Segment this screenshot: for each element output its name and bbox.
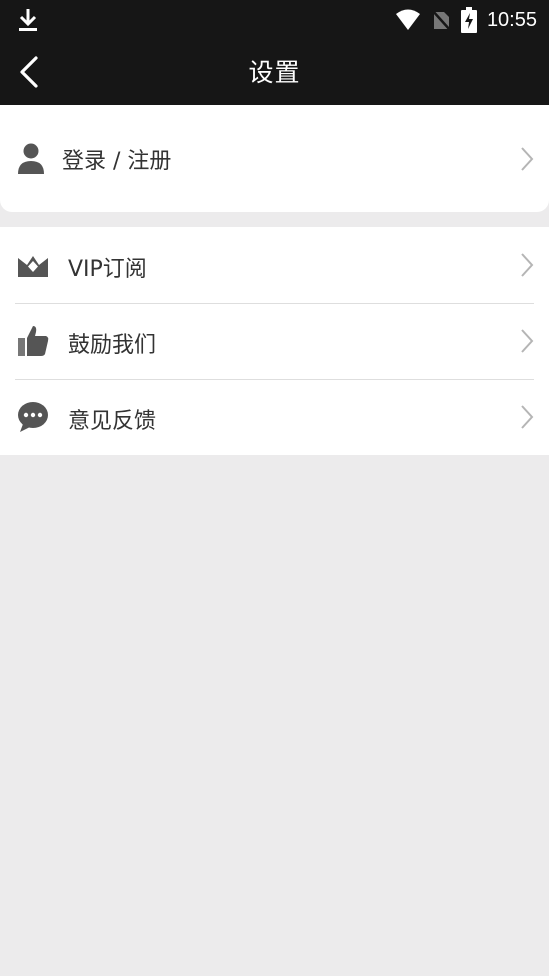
battery-charging-icon	[460, 7, 477, 33]
thumbs-up-icon	[18, 326, 49, 356]
menu-card: VIP订阅 鼓励我们 意见反馈	[0, 227, 549, 455]
download-icon	[19, 9, 37, 31]
login-row[interactable]: 登录 / 注册	[0, 105, 549, 212]
status-bar: 10:55	[0, 0, 549, 40]
menu-item-label: 意见反馈	[68, 409, 157, 434]
chevron-right-icon	[521, 405, 534, 429]
menu-item-feedback[interactable]: 意见反馈	[0, 380, 549, 455]
status-time: 10:55	[486, 8, 537, 31]
menu-item-label: 鼓励我们	[68, 333, 157, 358]
app-bar: 设置	[0, 40, 549, 105]
no-sim-icon	[431, 9, 451, 31]
page-title: 设置	[248, 58, 301, 87]
login-card: 登录 / 注册	[0, 105, 549, 212]
wifi-icon	[395, 9, 420, 30]
vip-crown-icon	[18, 256, 48, 277]
chevron-right-icon	[521, 147, 534, 171]
chevron-right-icon	[521, 329, 534, 353]
status-icons: 10:55	[395, 6, 537, 34]
chat-bubble-icon	[18, 402, 48, 432]
menu-item-label: VIP订阅	[68, 257, 147, 282]
chevron-right-icon	[521, 253, 534, 277]
menu-item-vip[interactable]: VIP订阅	[0, 227, 549, 303]
login-label: 登录 / 注册	[62, 149, 172, 174]
user-icon	[18, 143, 44, 174]
menu-item-encourage[interactable]: 鼓励我们	[0, 304, 549, 379]
